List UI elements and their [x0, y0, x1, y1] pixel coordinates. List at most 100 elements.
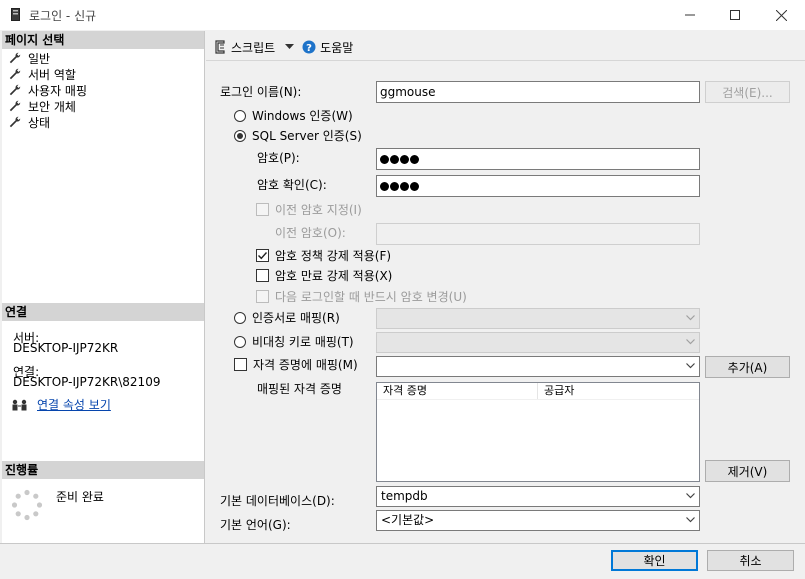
script-label: 스크립트: [231, 40, 276, 55]
maximize-button[interactable]: [712, 0, 758, 30]
map-asymmetric-key-radio[interactable]: [234, 335, 246, 348]
progress-spinner-icon: [11, 489, 43, 521]
sidebar-item-user-mapping[interactable]: 사용자 매핑: [2, 82, 204, 98]
chevron-down-icon: [285, 44, 295, 49]
map-asymmetric-key-option[interactable]: 비대칭 키로 매핑(T): [234, 333, 354, 350]
remove-credential-button[interactable]: 제거(V): [705, 460, 790, 482]
mapped-credentials-list[interactable]: 자격 증명 공급자: [376, 382, 700, 482]
sql-auth-option[interactable]: SQL Server 인증(S): [234, 127, 362, 144]
password-dot: [380, 181, 389, 191]
enforce-policy-label: 암호 정책 강제 적용(F): [275, 249, 392, 263]
svg-text:?: ?: [306, 43, 312, 54]
connection-header: 연결: [2, 303, 204, 321]
cancel-button[interactable]: 취소: [707, 550, 794, 571]
sidebar-item-server-roles[interactable]: 서버 역할: [2, 66, 204, 82]
sql-auth-radio[interactable]: [234, 129, 246, 142]
chevron-down-icon: [686, 517, 695, 523]
credentials-header-row: 자격 증명 공급자: [377, 383, 699, 400]
enforce-policy-checkbox[interactable]: [256, 249, 269, 262]
map-certificate-label: 인증서로 매핑(R): [252, 311, 340, 325]
map-asymmetric-key-label: 비대칭 키로 매핑(T): [252, 335, 354, 349]
view-connection-properties-link[interactable]: 연결 속성 보기: [37, 396, 111, 413]
specify-old-password-checkbox[interactable]: [256, 203, 269, 216]
help-button[interactable]: ? 도움말: [302, 39, 353, 56]
password-dot: [400, 181, 409, 191]
column-header-credential[interactable]: 자격 증명: [377, 383, 538, 399]
password-dot: [390, 181, 399, 191]
title-bar: 로그인 - 신규: [0, 0, 805, 30]
confirm-password-input[interactable]: [376, 175, 700, 197]
sidebar-item-label: 사용자 매핑: [28, 83, 88, 98]
confirm-password-mask: [380, 181, 420, 191]
enforce-expiration-label: 암호 만료 강제 적용(X): [275, 269, 393, 283]
server-value: DESKTOP-IJP72KR: [13, 341, 119, 355]
default-database-value: tempdb: [381, 489, 428, 503]
toolbar: 스크립트 ? 도움말: [206, 36, 353, 58]
confirm-password-label: 암호 확인(C):: [257, 178, 327, 192]
script-button[interactable]: 스크립트: [206, 39, 295, 56]
search-button[interactable]: 검색(E)...: [705, 81, 790, 103]
wrench-icon: [9, 84, 21, 96]
login-name-label: 로그인 이름(N):: [220, 85, 302, 99]
map-certificate-option[interactable]: 인증서로 매핑(R): [234, 309, 340, 326]
enforce-policy-option[interactable]: 암호 정책 강제 적용(F): [256, 247, 391, 264]
asymmetric-key-dropdown[interactable]: [376, 332, 700, 353]
enforce-expiration-option[interactable]: 암호 만료 강제 적용(X): [256, 267, 392, 284]
toolbar-divider: [206, 60, 805, 61]
progress-status: 준비 완료: [56, 490, 104, 504]
default-language-label: 기본 언어(G):: [220, 518, 291, 532]
certificate-dropdown[interactable]: [376, 308, 700, 329]
sidebar-item-label: 보안 개체: [28, 99, 76, 114]
ok-button[interactable]: 확인: [611, 550, 698, 571]
maximize-icon: [730, 10, 740, 20]
sidebar-item-securables[interactable]: 보안 개체: [2, 98, 204, 114]
help-label: 도움말: [320, 40, 354, 55]
password-mask: [380, 154, 420, 164]
minimize-button[interactable]: [667, 0, 713, 30]
wrench-icon: [9, 68, 21, 80]
credential-dropdown[interactable]: [376, 356, 700, 377]
specify-old-password-option[interactable]: 이전 암호 지정(I): [256, 201, 362, 218]
windows-auth-radio[interactable]: [234, 109, 246, 122]
default-language-dropdown[interactable]: <기본값>: [376, 510, 700, 531]
close-icon: [775, 9, 787, 21]
connection-value: DESKTOP-IJP72KR\82109: [13, 375, 161, 389]
close-button[interactable]: [758, 0, 804, 30]
must-change-checkbox[interactable]: [256, 290, 269, 303]
map-credential-label: 자격 증명에 매핑(M): [253, 358, 358, 372]
sidebar-item-label: 일반: [28, 51, 51, 66]
default-database-dropdown[interactable]: tempdb: [376, 486, 700, 507]
sidebar-item-label: 서버 역할: [28, 67, 76, 82]
map-credential-checkbox[interactable]: [234, 358, 247, 371]
sidebar-item-status[interactable]: 상태: [2, 114, 204, 130]
chevron-down-icon: [686, 315, 695, 321]
mapped-credentials-label: 매핑된 자격 증명: [257, 382, 342, 396]
password-dot: [410, 154, 419, 164]
old-password-input[interactable]: [376, 223, 700, 245]
wrench-icon: [9, 52, 21, 64]
old-password-label: 이전 암호(O):: [275, 226, 346, 240]
default-language-value: <기본값>: [381, 513, 435, 527]
checkmark-icon: [258, 252, 268, 260]
chevron-down-icon: [686, 339, 695, 345]
add-credential-button[interactable]: 추가(A): [705, 356, 790, 378]
windows-auth-label: Windows 인증(W): [252, 109, 353, 123]
sidebar-item-label: 상태: [28, 115, 51, 130]
default-database-label: 기본 데이터베이스(D):: [220, 494, 335, 508]
chevron-down-icon: [686, 363, 695, 369]
help-icon: ?: [302, 40, 316, 54]
column-header-provider[interactable]: 공급자: [538, 383, 574, 399]
must-change-option[interactable]: 다음 로그인할 때 반드시 암호 변경(U): [256, 288, 467, 305]
password-dot: [410, 181, 419, 191]
map-certificate-radio[interactable]: [234, 311, 246, 324]
password-dot: [400, 154, 409, 164]
sql-auth-label: SQL Server 인증(S): [252, 129, 362, 143]
enforce-expiration-checkbox[interactable]: [256, 269, 269, 282]
sidebar-item-general[interactable]: 일반: [2, 50, 204, 66]
password-input[interactable]: [376, 148, 700, 170]
password-dot: [390, 154, 399, 164]
must-change-label: 다음 로그인할 때 반드시 암호 변경(U): [275, 290, 467, 304]
windows-auth-option[interactable]: Windows 인증(W): [234, 107, 353, 124]
map-credential-option[interactable]: 자격 증명에 매핑(M): [234, 356, 358, 373]
login-name-input[interactable]: ggmouse: [376, 81, 700, 103]
